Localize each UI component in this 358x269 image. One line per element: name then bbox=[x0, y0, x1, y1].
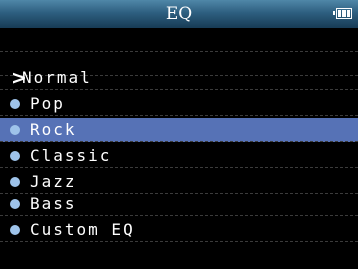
menu-item-jazz[interactable]: Jazz bbox=[0, 170, 358, 194]
menu-item-label: Rock bbox=[30, 120, 77, 139]
empty-row bbox=[0, 28, 358, 52]
title-bar: EQ bbox=[0, 0, 358, 28]
menu-item-pop[interactable]: Pop bbox=[0, 92, 358, 116]
menu-item-label: Pop bbox=[30, 94, 65, 113]
page-title: EQ bbox=[165, 4, 193, 24]
menu-item-rock[interactable]: Rock bbox=[0, 118, 358, 142]
menu-item-label: Custom EQ bbox=[30, 220, 135, 239]
menu-item-classic[interactable]: Classic bbox=[0, 144, 358, 168]
menu-item-label: Classic bbox=[30, 146, 112, 165]
battery-icon bbox=[333, 8, 352, 19]
menu-item-custom-eq[interactable]: Custom EQ bbox=[0, 218, 358, 242]
menu-item-bass[interactable]: Bass bbox=[0, 192, 358, 216]
bullet-icon bbox=[10, 176, 20, 187]
menu-item-normal[interactable]: > Normal bbox=[0, 66, 358, 90]
menu-item-label: Normal bbox=[22, 68, 92, 87]
bullet-icon bbox=[10, 224, 20, 235]
bullet-icon bbox=[10, 150, 20, 161]
menu-item-label: Bass bbox=[30, 194, 77, 213]
bullet-icon bbox=[10, 98, 20, 109]
menu-item-label: Jazz bbox=[30, 172, 77, 191]
bullet-icon bbox=[10, 198, 20, 209]
bullet-icon bbox=[10, 124, 20, 135]
